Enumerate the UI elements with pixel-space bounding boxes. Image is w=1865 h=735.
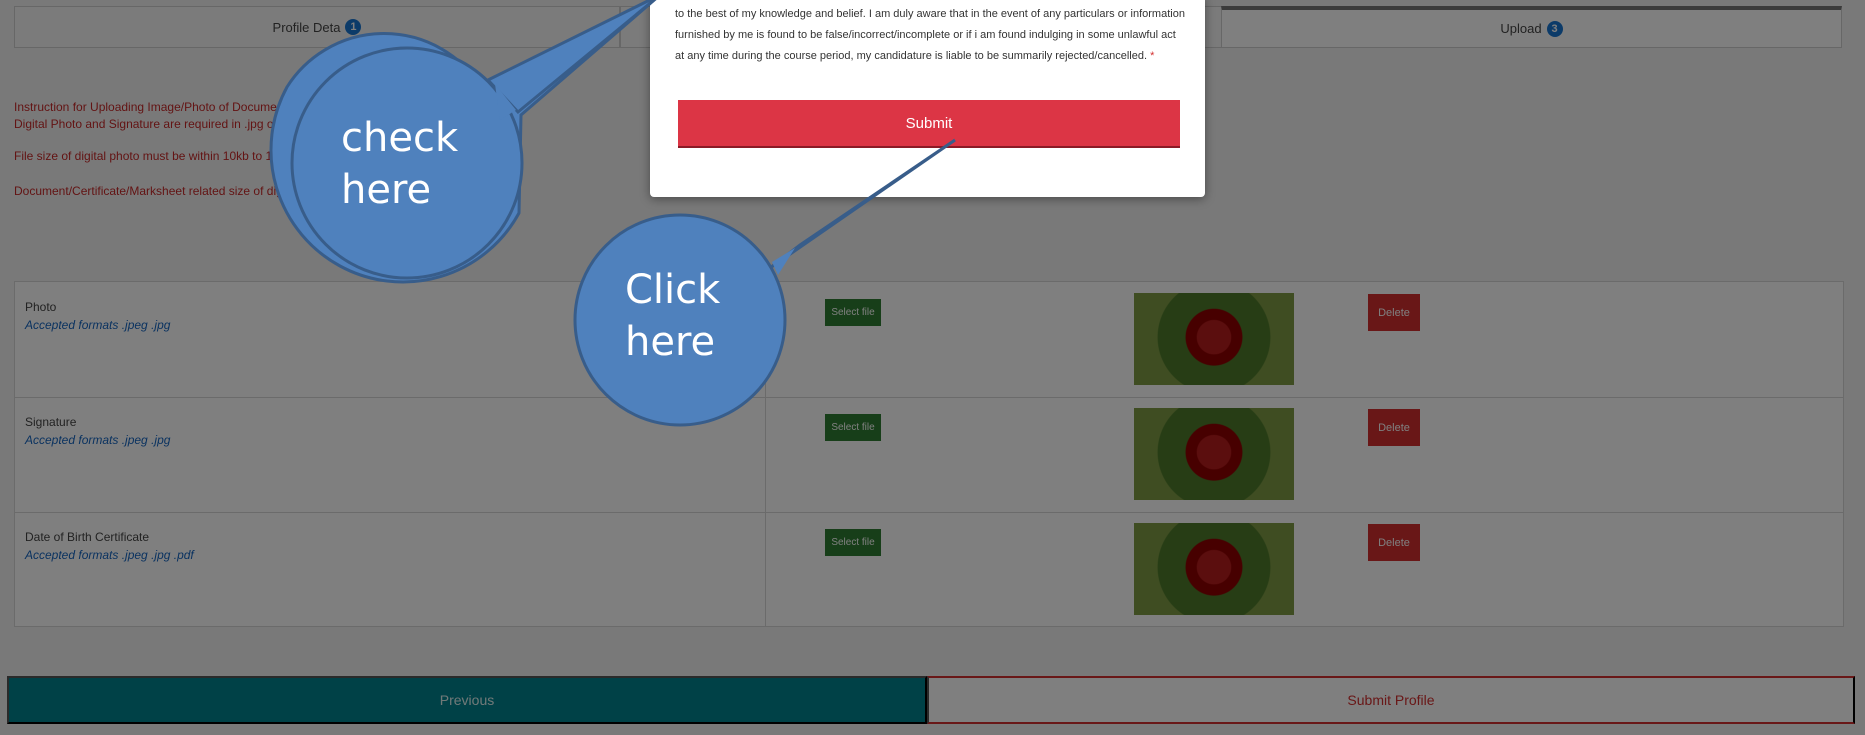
- click-here-label: Click here: [625, 264, 720, 368]
- callout-line: here: [341, 167, 432, 213]
- declaration-text: to the best of my knowledge and belief. …: [675, 4, 1185, 67]
- submit-button[interactable]: Submit: [678, 100, 1180, 148]
- declaration-modal: to the best of my knowledge and belief. …: [650, 0, 1205, 197]
- callout-line: check: [341, 115, 459, 161]
- declaration-body: to the best of my knowledge and belief. …: [675, 8, 1185, 62]
- callout-line: here: [625, 319, 716, 365]
- check-here-label: check here: [341, 112, 458, 216]
- callout-line: Click: [625, 267, 721, 313]
- required-marker: *: [1150, 50, 1155, 62]
